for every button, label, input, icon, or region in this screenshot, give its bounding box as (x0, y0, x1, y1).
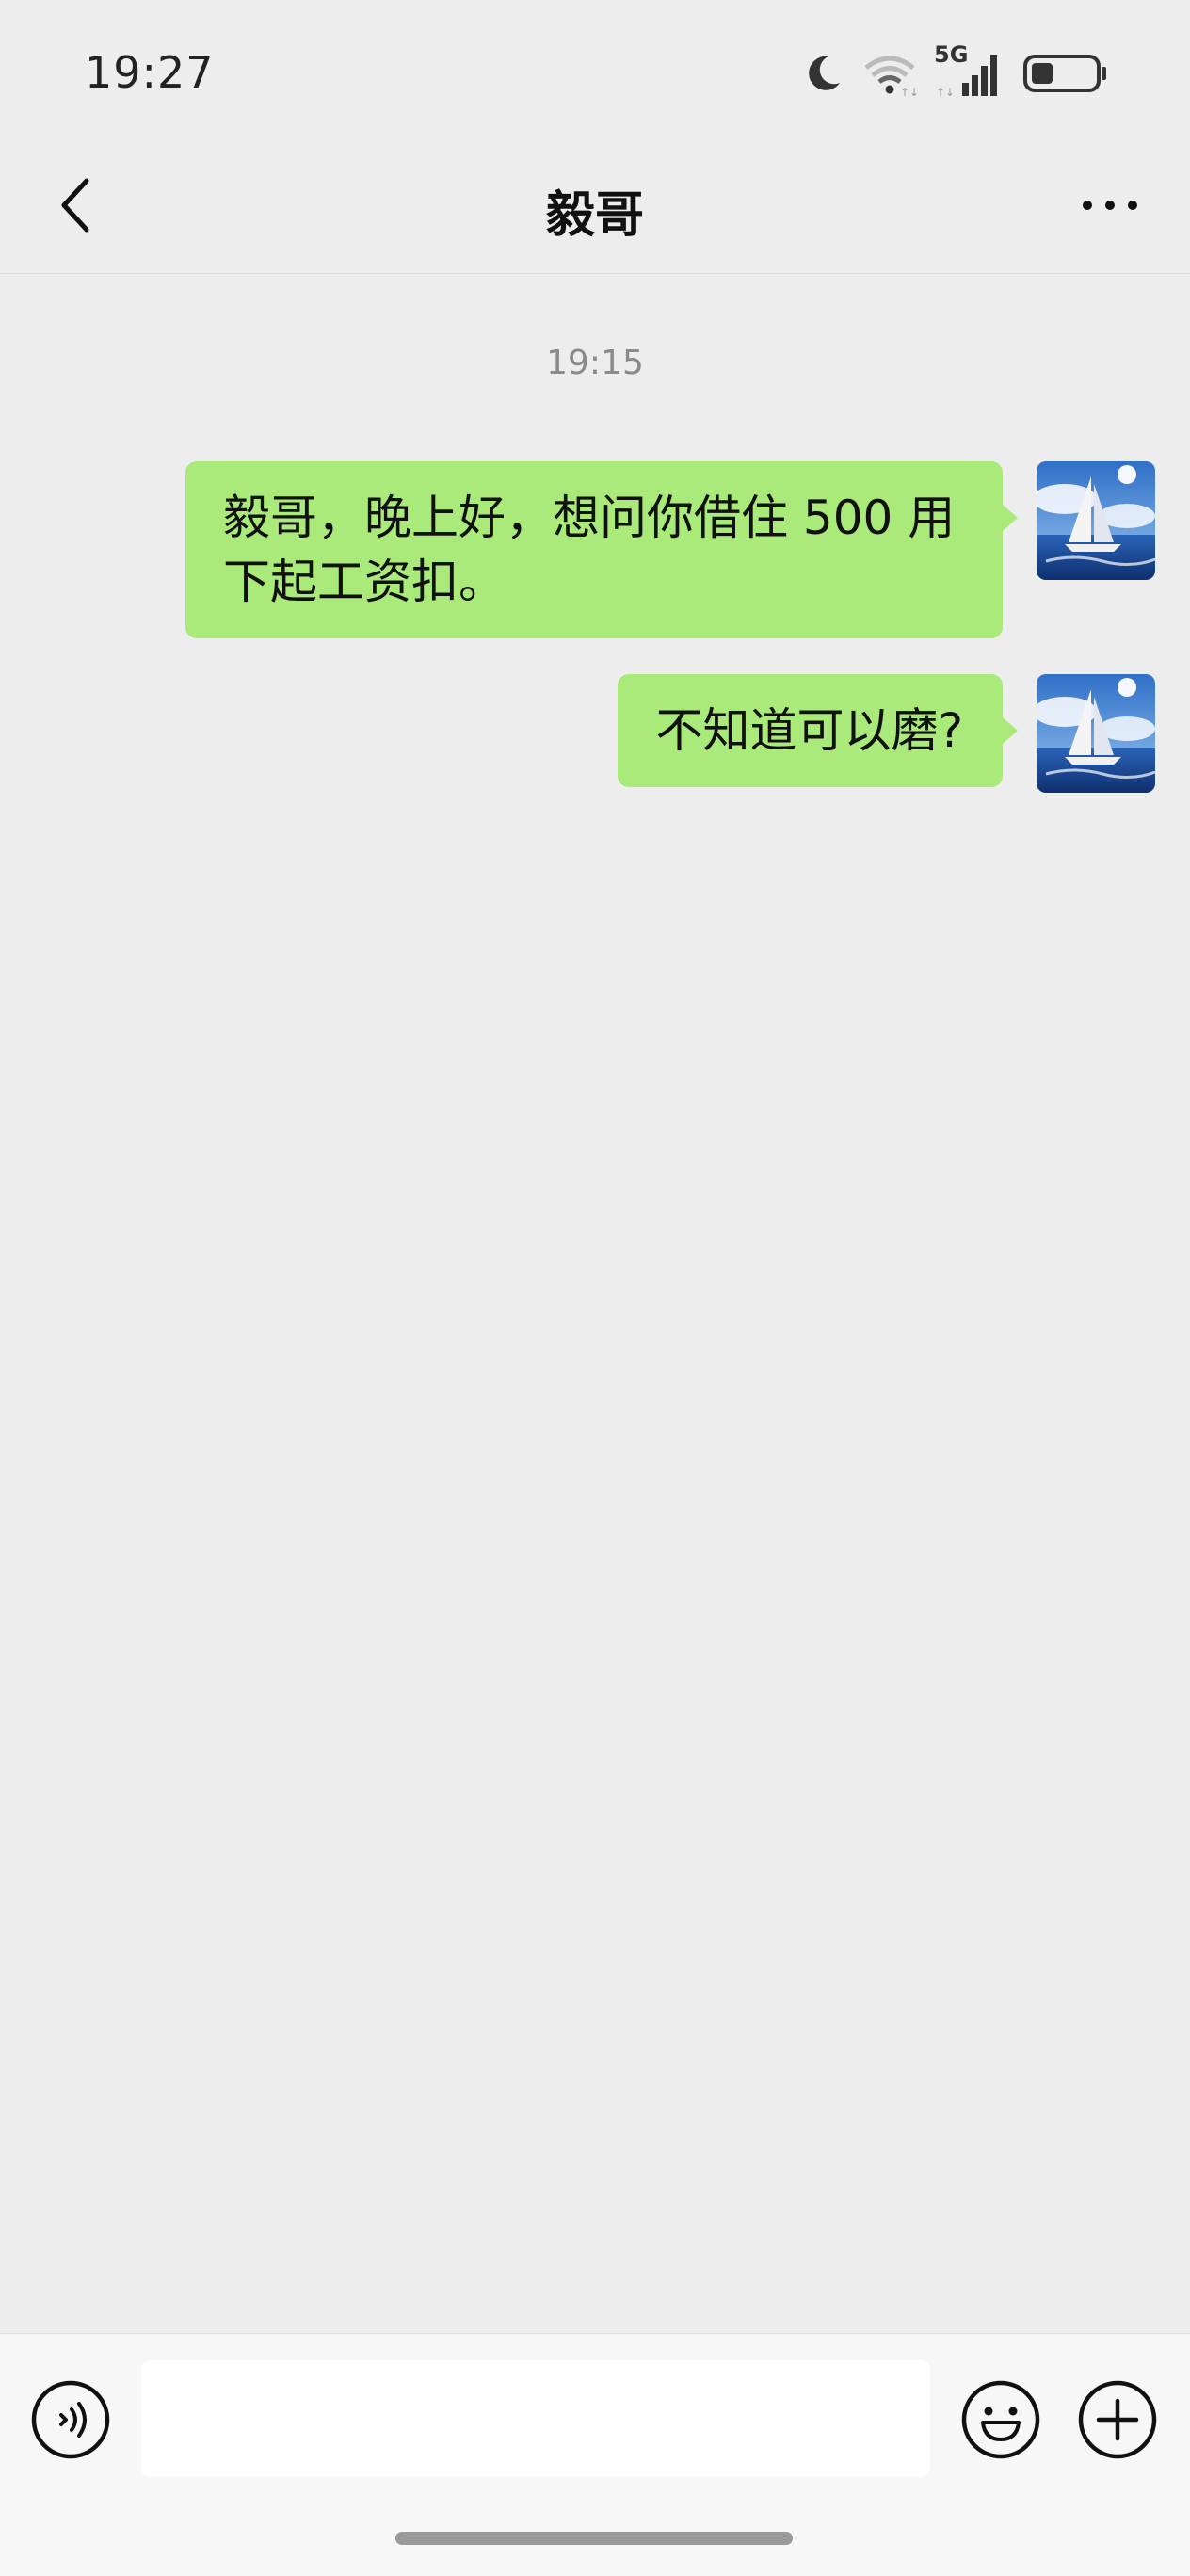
plus-icon (1078, 2380, 1157, 2459)
voice-icon (31, 2380, 110, 2459)
moon-icon (800, 51, 845, 96)
svg-text:↑↓: ↑↓ (936, 86, 955, 99)
emoji-button[interactable] (960, 2379, 1041, 2460)
wifi-icon: ↑↓ (862, 51, 917, 96)
message-timestamp: 19:15 (546, 344, 644, 382)
title-bar: 毅哥 (0, 141, 1190, 274)
input-bar (0, 2333, 1190, 2576)
svg-text:↑↓: ↑↓ (900, 86, 917, 96)
emoji-icon (961, 2380, 1040, 2459)
status-bar: 19:27 ↑↓ 5G ↑↓ (0, 0, 1190, 141)
status-icons: ↑↓ 5G ↑↓ (800, 41, 1109, 102)
message-row: 不知道可以磨? (618, 674, 1155, 793)
sailboat-avatar-icon (1037, 674, 1155, 793)
avatar[interactable] (1037, 461, 1155, 580)
battery-icon (1022, 51, 1109, 96)
home-indicator[interactable] (395, 2532, 793, 2545)
plus-button[interactable] (1077, 2379, 1158, 2460)
message-bubble[interactable]: 不知道可以磨? (618, 674, 1018, 787)
sailboat-avatar-icon (1037, 461, 1155, 580)
status-time: 19:27 (85, 47, 215, 98)
chat-screen: 19:27 ↑↓ 5G ↑↓ 毅哥 19:15 毅哥，晚上好，想问你借住 500… (0, 0, 1190, 2576)
message-bubble[interactable]: 毅哥，晚上好，想问你借住 500 用下起工资扣。 (185, 461, 1018, 638)
message-row: 毅哥，晚上好，想问你借住 500 用下起工资扣。 (185, 461, 1155, 638)
chat-title: 毅哥 (545, 187, 644, 244)
message-input[interactable] (141, 2360, 930, 2477)
cellular-signal-icon: 5G ↑↓ (934, 41, 1005, 100)
more-button[interactable] (1068, 168, 1152, 243)
avatar[interactable] (1037, 674, 1155, 793)
voice-button[interactable] (30, 2379, 111, 2460)
more-dots-icon (1083, 201, 1137, 210)
